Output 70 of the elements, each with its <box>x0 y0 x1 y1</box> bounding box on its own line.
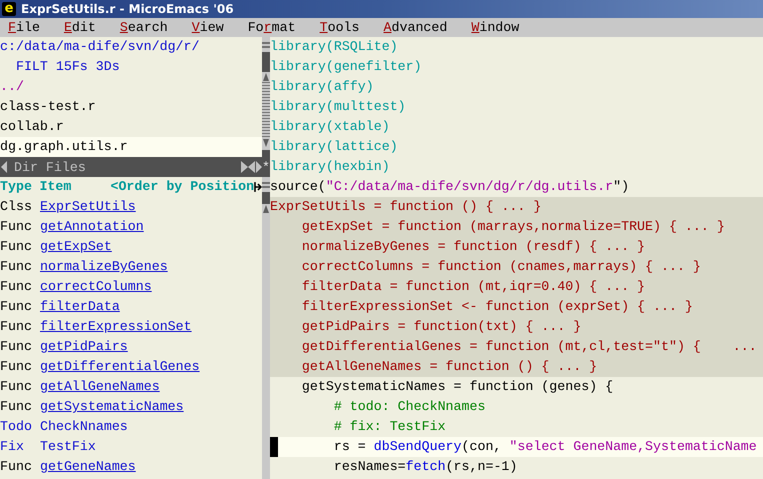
menu-item[interactable]: Edit <box>64 18 96 37</box>
item-type: Func <box>0 298 33 316</box>
item-type: Func <box>0 378 33 396</box>
scrollbar[interactable] <box>262 177 270 479</box>
item-type: Func <box>0 458 33 476</box>
buffer-name: Dir Files <box>14 160 87 174</box>
item-type: Func <box>0 358 33 376</box>
item-type: Func <box>0 238 33 256</box>
scroll-thumb[interactable] <box>262 52 270 72</box>
item-link[interactable]: filterExpressionSet <box>40 317 192 337</box>
scroll-arrows-icon[interactable] <box>240 160 262 174</box>
item-type: Clss <box>0 198 33 216</box>
menu-item[interactable]: Advanced <box>384 18 448 37</box>
split-handle[interactable] <box>262 42 270 48</box>
menu-item[interactable]: File <box>8 18 40 37</box>
file-entry[interactable]: class-test.r <box>0 97 262 117</box>
item-link[interactable]: getGeneNames <box>40 457 136 477</box>
code-line: library(genefilter) <box>270 58 423 76</box>
scroll-left-icon[interactable] <box>0 160 8 174</box>
item-link[interactable]: filterData <box>40 297 120 317</box>
item-type: Func <box>0 218 33 236</box>
code-line: library(affy) <box>270 78 375 96</box>
split-handle[interactable] <box>262 182 270 188</box>
file-entry[interactable]: ../ <box>0 77 262 97</box>
item-link[interactable]: getExpSet <box>40 237 112 257</box>
item-type: Todo <box>0 418 33 436</box>
file-entry[interactable]: dg.graph.utils.r <box>0 137 262 157</box>
item-type: Fix <box>0 438 25 456</box>
filter-summary: FILT 15Fs 3Ds <box>14 58 121 76</box>
scroll-up-icon[interactable] <box>262 72 270 82</box>
app-logo-icon: e <box>2 2 16 16</box>
code-line: library(RSQLite) <box>270 38 399 56</box>
item-tag[interactable]: TestFix <box>40 437 96 457</box>
item-tag[interactable]: CheckNnames <box>40 417 128 437</box>
file-entry[interactable]: collab.r <box>0 117 262 137</box>
code-line: library(hexbin) <box>270 158 391 176</box>
menu-item[interactable]: Search <box>120 18 168 37</box>
item-link[interactable]: getDifferentialGenes <box>40 357 200 377</box>
item-link[interactable]: getPidPairs <box>40 337 128 357</box>
column-header: Item <box>39 178 72 196</box>
menu-item[interactable]: Window <box>471 18 520 37</box>
item-link[interactable]: ExprSetUtils <box>40 197 136 217</box>
menu-item[interactable]: Tools <box>320 18 360 37</box>
item-type: Func <box>0 278 33 296</box>
column-header: Type <box>0 178 33 196</box>
item-link[interactable]: getAnnotation <box>40 217 144 237</box>
code-line: library(multtest) <box>270 98 407 116</box>
code-line: getSystematicNames = function (genes) { <box>300 378 614 396</box>
modified-indicator-text: * <box>262 160 270 174</box>
code-line: library(lattice) <box>270 138 399 156</box>
item-link[interactable]: correctColumns <box>40 277 152 297</box>
menu-item[interactable]: Format <box>248 18 296 37</box>
code-line: source("C:/data/ma-dife/svn/dg/r/dg.utils.r") <box>270 178 630 196</box>
code-line: # todo: CheckNnames <box>332 398 486 416</box>
scroll-thumb[interactable] <box>262 192 270 204</box>
item-link[interactable]: getSystematicNames <box>40 397 184 417</box>
item-link[interactable]: getAllGeneNames <box>40 377 160 397</box>
code-line: resNames=fetch(rs,n=-1) <box>332 458 518 476</box>
item-type: Func <box>0 338 33 356</box>
code-line: library(xtable) <box>270 118 391 136</box>
pointer-icon <box>254 181 262 193</box>
item-link[interactable]: normalizeByGenes <box>40 257 168 277</box>
directory-path: c:/data/ma-dife/svn/dg/r/ <box>0 38 200 56</box>
item-type: Func <box>0 318 33 336</box>
item-type: Func <box>0 398 33 416</box>
code-line: # fix: TestFix <box>332 418 447 436</box>
item-type: Func <box>0 258 33 276</box>
menu-item[interactable]: View <box>192 18 224 37</box>
window-title: ExprSetUtils.r - MicroEmacs '06 <box>21 2 234 16</box>
scroll-thumb[interactable] <box>262 150 270 157</box>
